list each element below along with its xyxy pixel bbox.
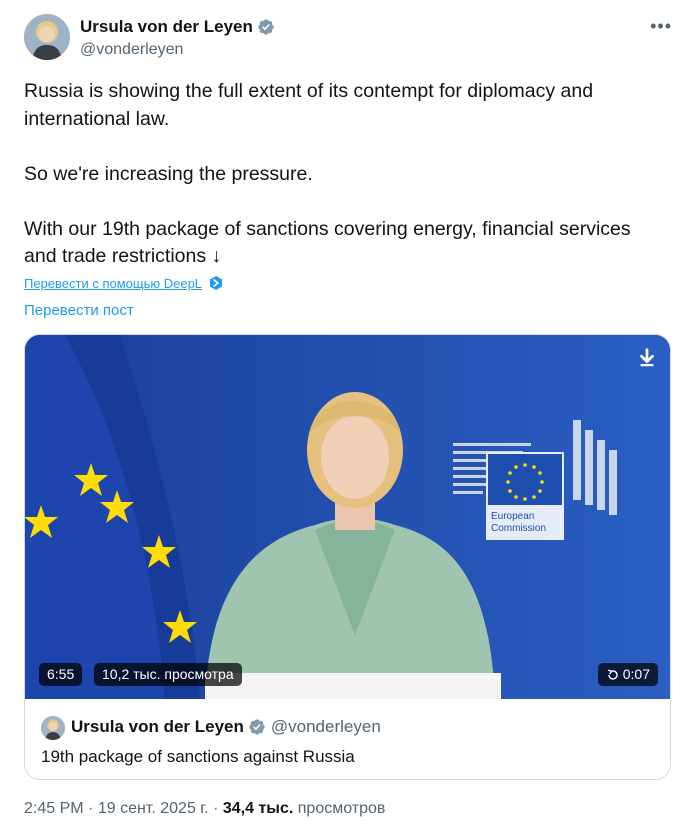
media-card: European Commission 6:55 10,2 тыс. просмо… [24,334,671,780]
tweet-paragraph-2: So we're increasing the pressure. [24,162,313,185]
tweet-header: Ursula von der Leyen @vonderleyen ••• [24,14,674,64]
quoted-author-row: Ursula von der Leyen @vonderleyen [71,717,381,737]
quoted-author-avatar [41,716,65,740]
verified-badge-icon [249,719,265,735]
quoted-post[interactable]: Ursula von der Leyen @vonderleyen 19th p… [25,699,670,779]
tweet-paragraph-1: Russia is showing the full extent of its… [24,80,594,130]
views-count: 34,4 тыс. [222,800,294,817]
tweet-paragraph-3: With our 19th package of sanctions cover… [24,217,631,268]
translate-deepl-link[interactable]: Перевести с помощью DeepL [24,275,224,291]
quoted-author-handle: @vonderleyen [270,717,381,736]
ec-logo-text: Commission [491,523,546,534]
author-name-row: Ursula von der Leyen [80,17,275,37]
author-avatar[interactable] [24,14,70,60]
video-views-badge: 10,2 тыс. просмотра [94,663,242,686]
views-label: просмотров [297,800,386,817]
author-name[interactable]: Ursula von der Leyen [80,17,253,37]
video-player[interactable]: European Commission 6:55 10,2 тыс. просмо… [25,335,670,699]
replay-icon [607,668,618,680]
translate-deepl-label: Перевести с помощью DeepL [24,275,203,291]
more-icon[interactable]: ••• [650,16,672,37]
tweet-text: Russia is showing the full extent of its… [24,78,664,271]
quoted-post-text: 19th package of sanctions against Russia [41,747,355,766]
video-remaining-badge: 0:07 [597,663,658,686]
meta-separator: · [213,800,223,817]
post-date[interactable]: 19 сент. 2025 г. [98,800,209,817]
video-thumbnail: EuropeanCommission [25,335,670,699]
deepl-icon [210,276,223,290]
tweet-meta: 2:45 PM · 19 сент. 2025 г. · 34,4 тыс. п… [24,800,385,818]
quoted-author-name: Ursula von der Leyen [71,717,244,736]
post-time[interactable]: 2:45 PM [24,800,84,817]
translate-post-link[interactable]: Перевести пост [24,302,134,319]
video-remaining-time: 0:07 [622,666,650,682]
video-duration-badge: 6:55 [39,663,83,686]
verified-badge-icon [258,19,274,35]
meta-separator: · [88,800,98,817]
download-icon[interactable] [636,347,658,369]
author-handle[interactable]: @vonderleyen [80,41,183,59]
ec-logo-text: European [491,511,534,522]
